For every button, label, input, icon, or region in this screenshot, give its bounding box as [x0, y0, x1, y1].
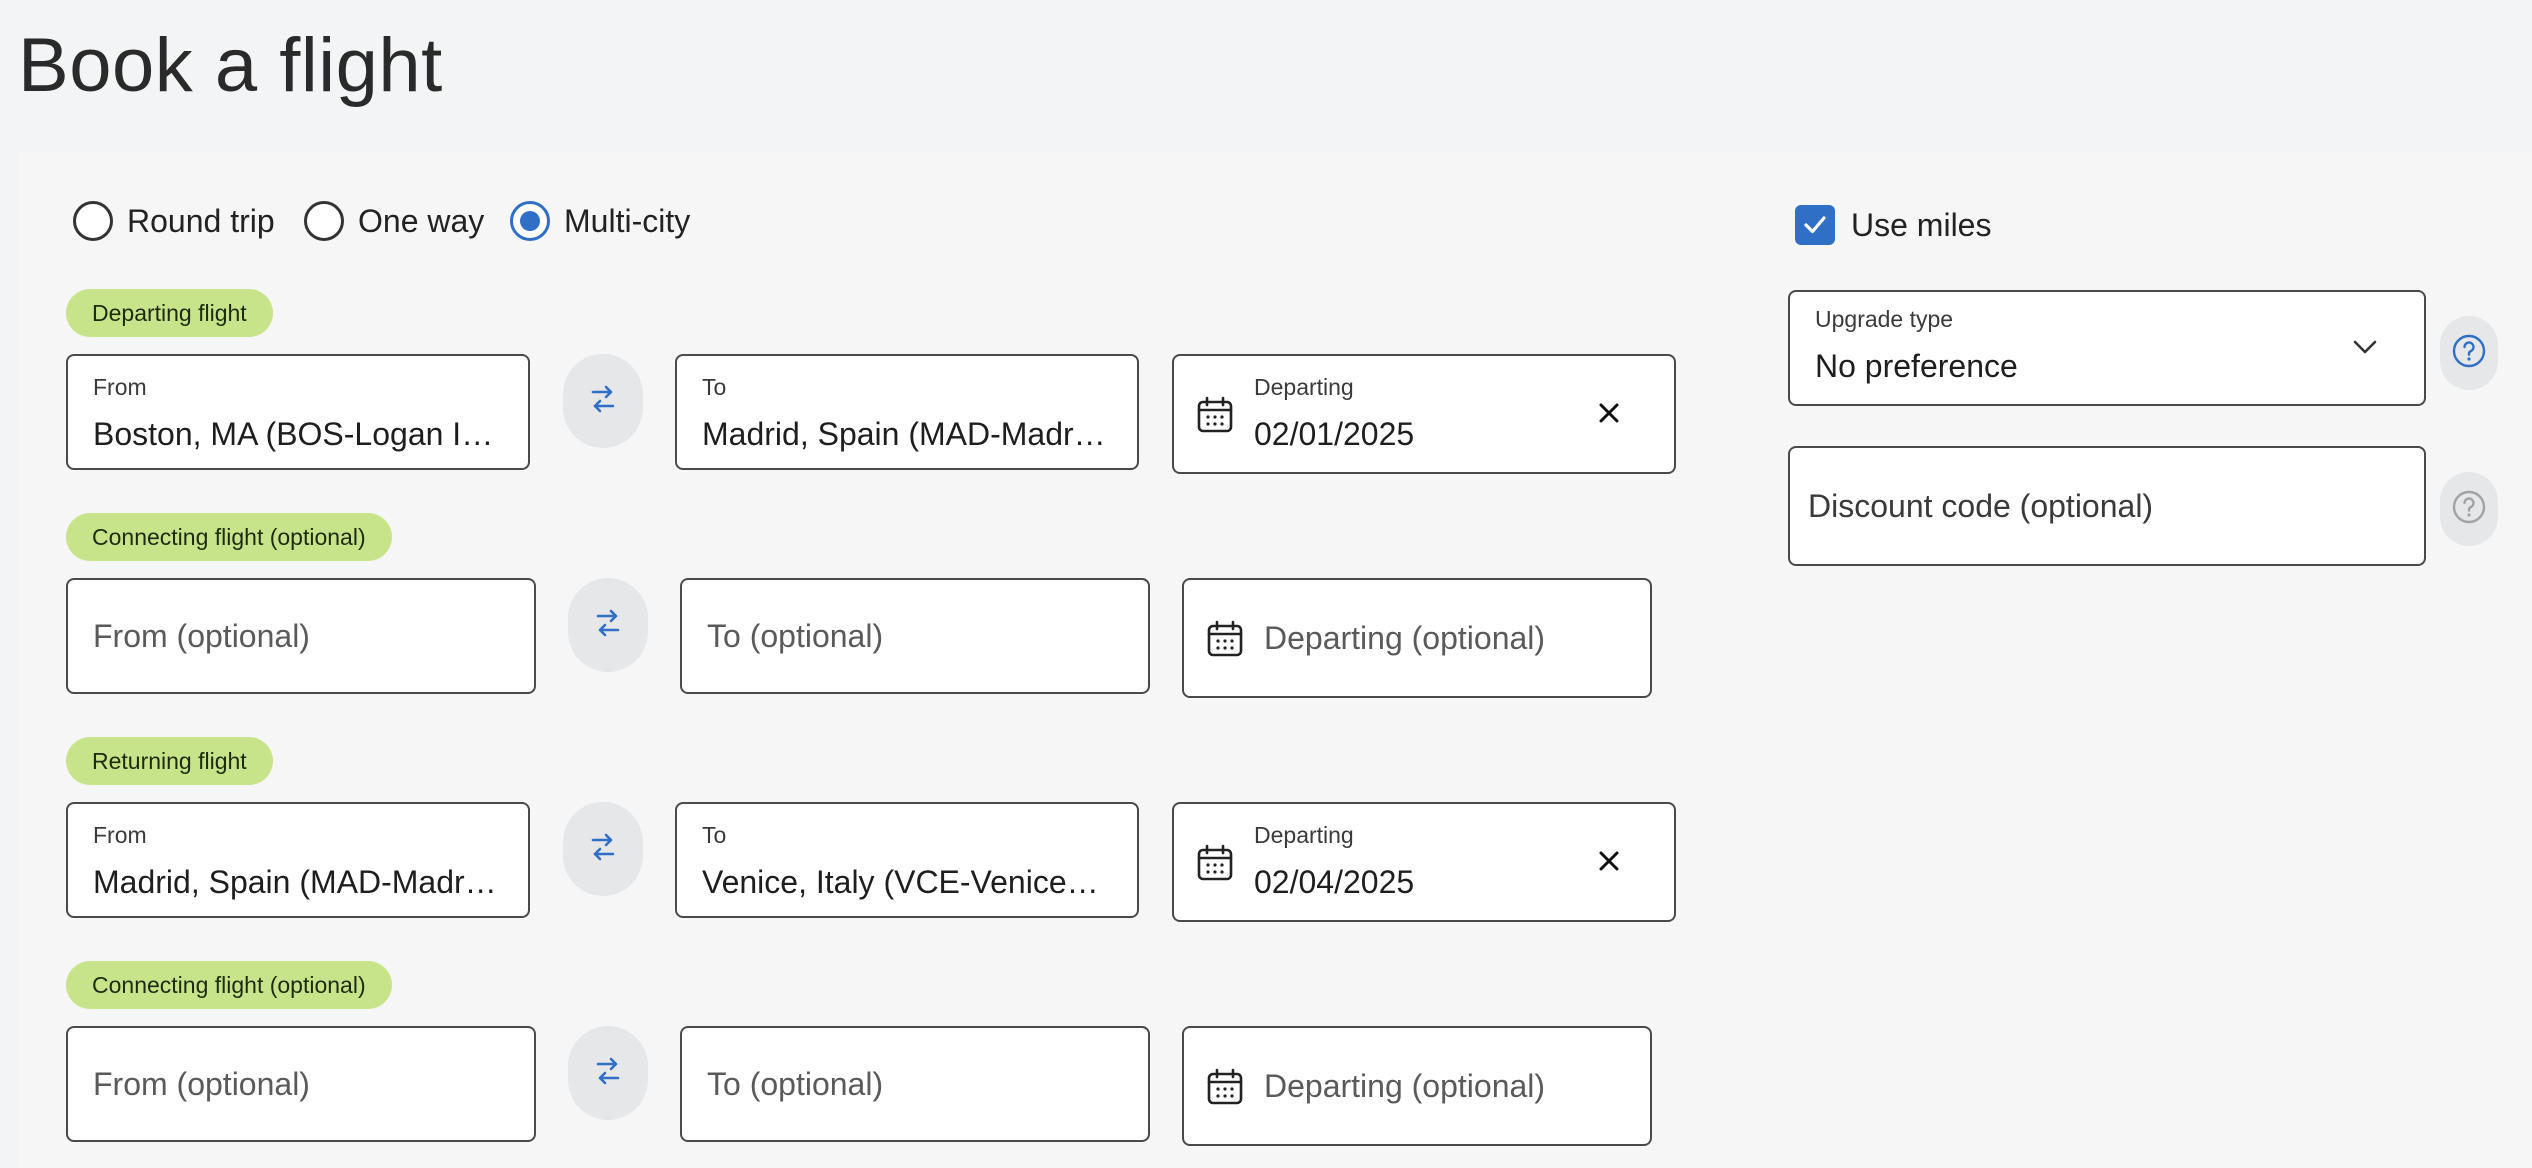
- departing-flight-badge: Departing flight: [66, 289, 273, 337]
- connecting-from-input[interactable]: From (optional): [66, 1026, 536, 1142]
- field-label: From: [93, 822, 147, 848]
- radio-button-selected-icon: [510, 201, 550, 241]
- help-icon: [2451, 489, 2487, 530]
- calendar-icon: [1196, 844, 1234, 882]
- field-label: From: [93, 374, 147, 400]
- departing-from-input[interactable]: From Boston, MA (BOS-Logan International…: [66, 354, 530, 470]
- field-placeholder: From (optional): [93, 617, 310, 654]
- field-value: Madrid, Spain (MAD-Madrid Barajas): [93, 864, 498, 900]
- swap-locations-button[interactable]: [568, 1026, 648, 1120]
- connecting-date-input[interactable]: Departing (optional): [1182, 578, 1652, 698]
- discount-help-button[interactable]: [2440, 472, 2498, 546]
- swap-locations-button[interactable]: [563, 354, 643, 448]
- help-icon: [2451, 333, 2487, 374]
- connecting-flight-badge: Connecting flight (optional): [66, 961, 392, 1009]
- swap-locations-button[interactable]: [563, 802, 643, 896]
- returning-flight-badge: Returning flight: [66, 737, 273, 785]
- radio-label: Multi-city: [564, 202, 691, 239]
- swap-arrows-icon: [588, 1053, 628, 1094]
- radio-one-way[interactable]: One way: [304, 200, 484, 242]
- field-value: 02/01/2025: [1254, 416, 1415, 452]
- page-title: Book a flight: [18, 23, 443, 108]
- upgrade-type-label: Upgrade type: [1815, 306, 1954, 332]
- swap-arrows-icon: [583, 829, 623, 870]
- returning-to-input[interactable]: To Venice, Italy (VCE-Venice Marco Polo): [675, 802, 1139, 918]
- calendar-icon: [1196, 396, 1234, 434]
- connecting-to-input[interactable]: To (optional): [680, 1026, 1150, 1142]
- field-value: 02/04/2025: [1254, 864, 1415, 900]
- use-miles-checkbox[interactable]: Use miles: [1795, 205, 1991, 245]
- field-value: Venice, Italy (VCE-Venice Marco Polo): [702, 864, 1107, 900]
- swap-arrows-icon: [588, 605, 628, 646]
- swap-arrows-icon: [583, 381, 623, 422]
- departing-date-input[interactable]: Departing 02/01/2025: [1172, 354, 1676, 474]
- field-label: Departing: [1254, 374, 1354, 400]
- connecting-flight-badge: Connecting flight (optional): [66, 513, 392, 561]
- field-placeholder: From (optional): [93, 1065, 310, 1102]
- departing-to-input[interactable]: To Madrid, Spain (MAD-Madrid Barajas): [675, 354, 1139, 470]
- radio-label: Round trip: [127, 202, 275, 239]
- discount-code-placeholder: Discount code (optional): [1808, 487, 2154, 524]
- close-icon[interactable]: [1594, 398, 1624, 428]
- radio-multi-city[interactable]: Multi-city: [510, 200, 690, 242]
- radio-round-trip[interactable]: Round trip: [73, 200, 275, 242]
- field-placeholder: Departing (optional): [1264, 1067, 1546, 1104]
- returning-date-input[interactable]: Departing 02/04/2025: [1172, 802, 1676, 922]
- field-value: Boston, MA (BOS-Logan International): [93, 416, 498, 452]
- field-placeholder: To (optional): [707, 617, 884, 654]
- returning-from-input[interactable]: From Madrid, Spain (MAD-Madrid Barajas): [66, 802, 530, 918]
- upgrade-type-select[interactable]: Upgrade type No preference: [1788, 290, 2426, 406]
- checkmark-icon: [1795, 205, 1835, 245]
- swap-locations-button[interactable]: [568, 578, 648, 672]
- connecting-to-input[interactable]: To (optional): [680, 578, 1150, 694]
- field-value: Madrid, Spain (MAD-Madrid Barajas): [702, 416, 1107, 452]
- close-icon[interactable]: [1594, 846, 1624, 876]
- field-placeholder: To (optional): [707, 1065, 884, 1102]
- radio-button-icon: [304, 201, 344, 241]
- chevron-down-icon: [2352, 334, 2378, 365]
- calendar-icon: [1206, 620, 1244, 658]
- field-label: To: [702, 822, 727, 848]
- field-label: Departing: [1254, 822, 1354, 848]
- calendar-icon: [1206, 1068, 1244, 1106]
- radio-button-icon: [73, 201, 113, 241]
- use-miles-label: Use miles: [1851, 206, 1992, 243]
- connecting-date-input[interactable]: Departing (optional): [1182, 1026, 1652, 1146]
- upgrade-help-button[interactable]: [2440, 316, 2498, 390]
- upgrade-type-value: No preference: [1815, 348, 2018, 384]
- field-label: To: [702, 374, 727, 400]
- radio-label: One way: [358, 202, 485, 239]
- field-placeholder: Departing (optional): [1264, 619, 1546, 656]
- discount-code-input[interactable]: Discount code (optional): [1788, 446, 2426, 566]
- connecting-from-input[interactable]: From (optional): [66, 578, 536, 694]
